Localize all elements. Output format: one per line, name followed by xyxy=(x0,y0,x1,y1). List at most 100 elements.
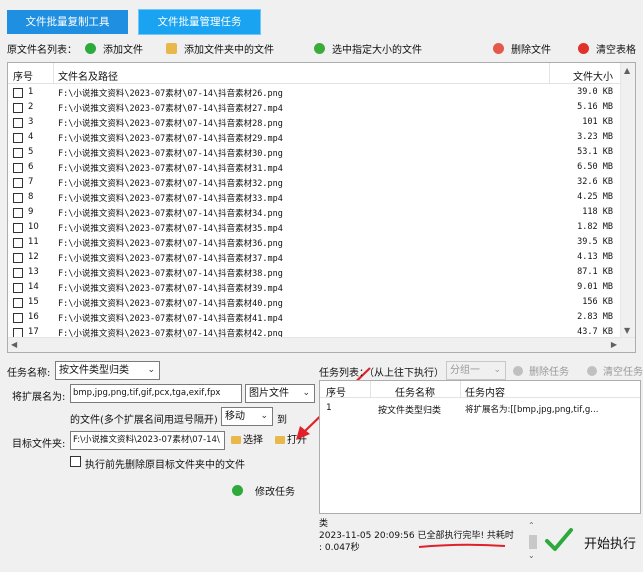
clear-task-button[interactable]: 清空任务 xyxy=(587,363,643,378)
row-checkbox[interactable] xyxy=(13,178,23,188)
chevron-down-icon: ⌄ xyxy=(260,411,268,421)
scroll-up-icon[interactable]: ▲ xyxy=(624,66,630,75)
modify-task-label: 修改任务 xyxy=(255,487,295,498)
row-path: F:\小说推文资料\2023-07素材\07-14\抖音素材30.png xyxy=(58,149,283,159)
header-path: 文件名及路径 xyxy=(58,72,118,83)
log-scrollbar[interactable]: ⌃ ⌄ xyxy=(526,521,540,563)
table-row[interactable]: 13 F:\小说推文资料\2023-07素材\07-14\抖音素材38.png 87… xyxy=(8,266,621,281)
row-checkbox[interactable] xyxy=(13,133,23,143)
delete-before-checkbox[interactable] xyxy=(70,456,81,467)
table-row[interactable]: 14 F:\小说推文资料\2023-07素材\07-14\抖音素材39.mp4 9.… xyxy=(8,281,621,296)
task-table[interactable]: 序号 任务名称 任务内容 1 按文件类型归类 将扩展名为:[[bmp,jpg,p… xyxy=(319,380,641,514)
add-file-button[interactable]: 添加文件 xyxy=(85,43,143,59)
scroll-thumb[interactable] xyxy=(529,535,537,549)
clear-table-button[interactable]: 清空表格 xyxy=(578,43,636,59)
delete-task-button[interactable]: 删除任务 xyxy=(513,363,569,378)
task-row-content: 将扩展名为:[[bmp,jpg,png,tif,g... xyxy=(465,405,599,415)
select-size-button[interactable]: 选中指定大小的文件 xyxy=(314,43,422,59)
row-path: F:\小说推文资料\2023-07素材\07-14\抖音素材40.png xyxy=(58,299,283,309)
row-size: 4.13 MB xyxy=(577,252,613,262)
horizontal-scrollbar[interactable]: ◀ ▶ xyxy=(8,337,635,352)
row-size: 2.83 MB xyxy=(577,312,613,322)
table-row[interactable]: 12 F:\小说推文资料\2023-07素材\07-14\抖音素材37.mp4 4.… xyxy=(8,251,621,266)
table-row[interactable]: 15 F:\小说推文资料\2023-07素材\07-14\抖音素材40.png 15… xyxy=(8,296,621,311)
row-checkbox[interactable] xyxy=(13,118,23,128)
tab-file-copy-tool[interactable]: 文件批量复制工具 xyxy=(7,10,128,34)
row-checkbox[interactable] xyxy=(13,268,23,278)
row-checkbox[interactable] xyxy=(13,223,23,233)
file-table[interactable]: 序号 文件名及路径 文件大小 1 F:\小说推文资料\2023-07素材\07-1… xyxy=(7,62,636,353)
row-checkbox[interactable] xyxy=(13,253,23,263)
choose-folder-button[interactable]: 选择 xyxy=(231,431,271,450)
row-checkbox[interactable] xyxy=(13,313,23,323)
scroll-down-icon[interactable]: ⌄ xyxy=(528,551,535,560)
add-file-label: 添加文件 xyxy=(103,45,143,56)
row-checkbox[interactable] xyxy=(13,283,23,293)
row-index: 3 xyxy=(28,117,34,127)
task-name-select[interactable]: 按文件类型归类 ⌄ xyxy=(55,361,160,380)
row-checkbox[interactable] xyxy=(13,148,23,158)
task-header-content: 任务内容 xyxy=(465,388,505,399)
table-row[interactable]: 8 F:\小说推文资料\2023-07素材\07-14\抖音素材33.mp4 4.2… xyxy=(8,191,621,206)
row-checkbox[interactable] xyxy=(13,238,23,248)
row-index: 1 xyxy=(28,87,34,97)
clear-task-label: 清空任务 xyxy=(603,367,643,378)
row-size: 39.5 KB xyxy=(577,237,613,247)
add-icon xyxy=(232,485,243,496)
choose-label: 选择 xyxy=(243,435,263,446)
toolbar: 原文件名列表： 添加文件 添加文件夹中的文件 选中指定大小的文件 删除文件 清空… xyxy=(0,43,643,59)
row-path: F:\小说推文资料\2023-07素材\07-14\抖音素材34.png xyxy=(58,209,283,219)
row-checkbox[interactable] xyxy=(13,88,23,98)
row-path: F:\小说推文资料\2023-07素材\07-14\抖音素材29.mp4 xyxy=(58,134,283,144)
row-path: F:\小说推文资料\2023-07素材\07-14\抖音素材36.png xyxy=(58,239,283,249)
delete-file-button[interactable]: 删除文件 xyxy=(493,43,551,59)
row-checkbox[interactable] xyxy=(13,298,23,308)
task-row[interactable]: 1 按文件类型归类 将扩展名为:[[bmp,jpg,png,tif,g... xyxy=(320,402,640,417)
row-size: 5.16 MB xyxy=(577,102,613,112)
scroll-up-icon[interactable]: ⌃ xyxy=(528,521,535,530)
table-row[interactable]: 1 F:\小说推文资料\2023-07素材\07-14\抖音素材26.png 39.… xyxy=(8,86,621,101)
add-icon xyxy=(85,43,96,54)
table-row[interactable]: 3 F:\小说推文资料\2023-07素材\07-14\抖音素材28.png 101… xyxy=(8,116,621,131)
group-select[interactable]: 分组一 ⌄ xyxy=(446,361,506,380)
row-checkbox[interactable] xyxy=(13,208,23,218)
row-path: F:\小说推文资料\2023-07素材\07-14\抖音素材31.mp4 xyxy=(58,164,283,174)
chevron-down-icon: ⌄ xyxy=(493,365,501,375)
tab-file-manage-task[interactable]: 文件批量管理任务 xyxy=(138,9,261,35)
scroll-down-icon[interactable]: ▼ xyxy=(624,326,630,335)
minus-circle-icon xyxy=(493,43,504,54)
scroll-left-icon[interactable]: ◀ xyxy=(11,340,17,349)
target-folder-input[interactable]: F:\小说推文资料\2023-07素材\07-14\ xyxy=(70,431,225,450)
start-execute-button[interactable]: 开始执行 xyxy=(542,521,643,561)
row-checkbox[interactable] xyxy=(13,163,23,173)
modify-task-button[interactable]: 修改任务 xyxy=(232,483,312,503)
close-circle-icon xyxy=(578,43,589,54)
row-size: 9.01 MB xyxy=(577,282,613,292)
table-row[interactable]: 6 F:\小说推文资料\2023-07素材\07-14\抖音素材31.mp4 6.5… xyxy=(8,161,621,176)
check-icon xyxy=(545,528,573,551)
ext-input[interactable]: bmp,jpg,png,tif,gif,pcx,tga,exif,fpx xyxy=(70,384,242,403)
row-path: F:\小说推文资料\2023-07素材\07-14\抖音素材27.mp4 xyxy=(58,104,283,114)
underline-annotation xyxy=(418,543,506,548)
add-folder-files-button[interactable]: 添加文件夹中的文件 xyxy=(166,43,274,59)
table-row[interactable]: 2 F:\小说推文资料\2023-07素材\07-14\抖音素材27.mp4 5.1… xyxy=(8,101,621,116)
row-index: 15 xyxy=(28,297,39,307)
table-row[interactable]: 11 F:\小说推文资料\2023-07素材\07-14\抖音素材36.png 39… xyxy=(8,236,621,251)
vertical-scrollbar[interactable]: ▲ ▼ xyxy=(620,63,635,338)
table-row[interactable]: 5 F:\小说推文资料\2023-07素材\07-14\抖音素材30.png 53.… xyxy=(8,146,621,161)
row-index: 5 xyxy=(28,147,34,157)
row-path: F:\小说推文资料\2023-07素材\07-14\抖音素材37.mp4 xyxy=(58,254,283,264)
table-row[interactable]: 4 F:\小说推文资料\2023-07素材\07-14\抖音素材29.mp4 3.2… xyxy=(8,131,621,146)
row-checkbox[interactable] xyxy=(13,103,23,113)
table-row[interactable]: 16 F:\小说推文资料\2023-07素材\07-14\抖音素材41.mp4 2.… xyxy=(8,311,621,326)
folder-icon xyxy=(231,436,241,444)
action-select[interactable]: 移动 ⌄ xyxy=(221,407,273,426)
task-header-name: 任务名称 xyxy=(395,388,435,399)
row-checkbox[interactable] xyxy=(13,193,23,203)
table-row[interactable]: 9 F:\小说推文资料\2023-07素材\07-14\抖音素材34.png 118… xyxy=(8,206,621,221)
table-row[interactable]: 10 F:\小说推文资料\2023-07素材\07-14\抖音素材35.mp4 1.… xyxy=(8,221,621,236)
table-row[interactable]: 7 F:\小说推文资料\2023-07素材\07-14\抖音素材32.png 32.… xyxy=(8,176,621,191)
scroll-right-icon[interactable]: ▶ xyxy=(611,340,617,349)
group-value: 分组一 xyxy=(450,365,480,376)
task-row-name: 按文件类型归类 xyxy=(378,406,442,416)
